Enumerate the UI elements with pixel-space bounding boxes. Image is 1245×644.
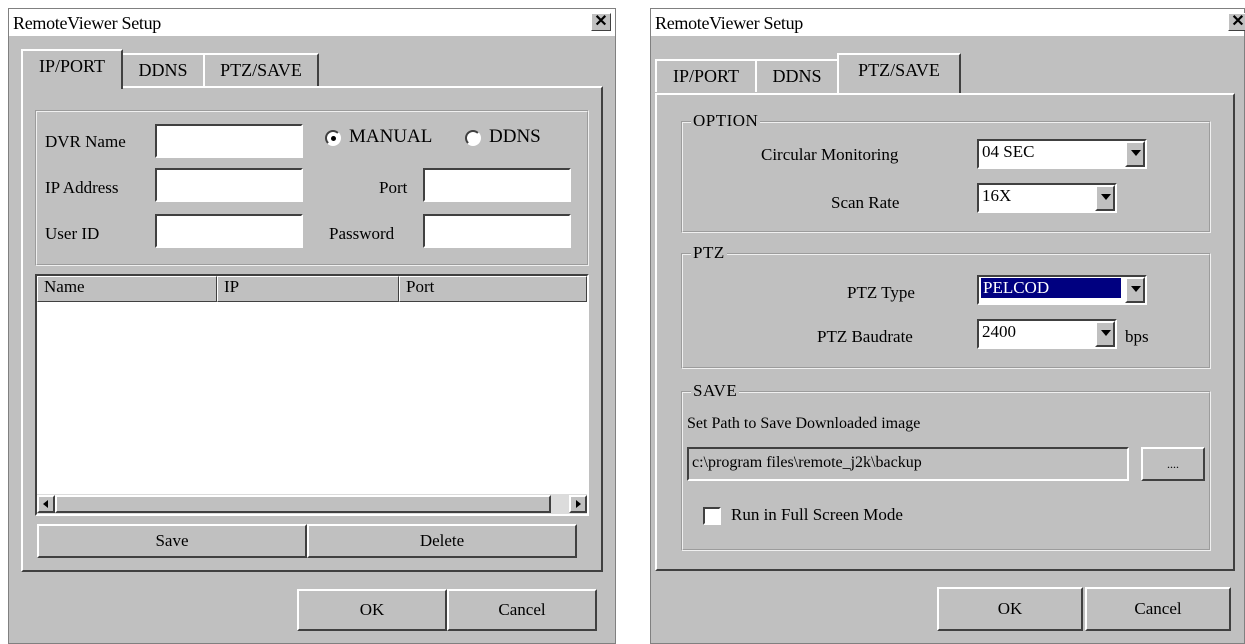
bps-label: bps — [1125, 327, 1149, 346]
close-button[interactable]: ✕ — [1228, 13, 1245, 31]
ptz-baudrate-label: PTZ Baudrate — [817, 327, 913, 346]
ok-button[interactable]: OK — [297, 589, 447, 631]
scan-rate-label: Scan Rate — [831, 193, 900, 212]
column-header-label: Name — [44, 277, 85, 296]
option-legend: OPTION — [691, 111, 761, 131]
tab-ptz-save[interactable]: PTZ/SAVE — [837, 53, 961, 93]
save-button-label: Save — [155, 531, 189, 550]
tab-ip-port[interactable]: IP/PORT — [655, 59, 757, 92]
cancel-button[interactable]: Cancel — [1085, 587, 1231, 631]
circular-monitoring-select[interactable]: 04 SEC — [977, 139, 1147, 169]
dvr-list[interactable]: Name IP Port — [35, 274, 589, 516]
column-header-port[interactable]: Port — [399, 276, 587, 302]
tab-label: PTZ/SAVE — [220, 60, 302, 80]
ptz-baudrate-select[interactable]: 2400 — [977, 319, 1117, 349]
tab-ddns[interactable]: DDNS — [121, 53, 205, 86]
save-group: SAVE Set Path to Save Downloaded image c… — [681, 381, 1211, 551]
chevron-down-icon[interactable] — [1095, 321, 1115, 347]
scroll-left-button[interactable] — [37, 495, 55, 513]
chevron-down-icon[interactable] — [1095, 185, 1115, 211]
ptz-baudrate-value: 2400 — [982, 322, 1016, 341]
scroll-thumb[interactable] — [55, 495, 551, 513]
scroll-right-button[interactable] — [569, 495, 587, 513]
browse-button[interactable]: .... — [1141, 447, 1205, 481]
user-id-label: User ID — [45, 224, 100, 243]
option-group: OPTION Circular Monitoring 04 SEC Scan R… — [681, 111, 1211, 233]
full-screen-checkbox[interactable] — [703, 507, 721, 525]
tab-label: PTZ/SAVE — [858, 60, 940, 80]
port-input[interactable] — [423, 168, 571, 202]
radio-selected-dot — [331, 136, 336, 141]
dvr-name-input[interactable] — [155, 124, 303, 158]
save-path-caption: Set Path to Save Downloaded image — [687, 415, 921, 432]
ptz-group: PTZ PTZ Type PELCOD PTZ Baudrate 2400 bp… — [681, 243, 1211, 369]
scan-rate-select[interactable]: 16X — [977, 183, 1117, 213]
tab-label: IP/PORT — [39, 56, 105, 76]
tab-ip-port[interactable]: IP/PORT — [21, 49, 123, 89]
delete-button[interactable]: Delete — [307, 524, 577, 558]
close-icon: ✕ — [1231, 13, 1245, 30]
delete-button-label: Delete — [419, 531, 465, 550]
circular-monitoring-label: Circular Monitoring — [761, 145, 899, 164]
chevron-down-icon[interactable] — [1125, 277, 1145, 303]
tab-ddns[interactable]: DDNS — [755, 59, 839, 92]
save-path-value: c:\program files\remote_j2k\backup — [692, 454, 922, 471]
password-label: Password — [329, 224, 395, 243]
tab-ptz-save[interactable]: PTZ/SAVE — [203, 53, 319, 86]
arrow-left-icon — [43, 500, 48, 508]
remoteviewer-setup-dialog-ptzsave: RemoteViewer Setup ✕ IP/PORT DDNS PTZ/SA… — [650, 8, 1245, 644]
horizontal-scrollbar[interactable] — [37, 494, 587, 514]
cancel-button-label: Cancel — [1134, 599, 1182, 618]
full-screen-label: Run in Full Screen Mode — [731, 505, 903, 524]
tab-panel-ip-port: DVR Name MANUAL DDNS IP Address Port Use… — [21, 86, 603, 572]
circular-monitoring-value: 04 SEC — [982, 142, 1035, 161]
column-header-label: Port — [406, 277, 435, 296]
chevron-down-icon[interactable] — [1125, 141, 1145, 167]
ptz-type-label: PTZ Type — [847, 283, 915, 302]
tab-label: DDNS — [772, 66, 822, 86]
tab-label: IP/PORT — [673, 66, 739, 86]
title-bar: RemoteViewer Setup ✕ — [651, 9, 1245, 36]
browse-button-label: .... — [1167, 457, 1179, 471]
save-legend: SAVE — [691, 381, 740, 401]
ptz-legend: PTZ — [691, 243, 727, 263]
window-title: RemoteViewer Setup — [13, 13, 161, 33]
save-path-input[interactable]: c:\program files\remote_j2k\backup — [687, 447, 1129, 481]
radio-ddns[interactable] — [465, 130, 481, 146]
password-input[interactable] — [423, 214, 571, 248]
ptz-type-select[interactable]: PELCOD — [977, 275, 1147, 305]
tab-label: DDNS — [138, 60, 188, 80]
cancel-button-label: Cancel — [498, 600, 546, 619]
column-header-label: IP — [224, 277, 240, 296]
port-label: Port — [379, 178, 408, 197]
dvr-name-label: DVR Name — [45, 132, 126, 151]
cancel-button[interactable]: Cancel — [447, 589, 597, 631]
ip-address-label: IP Address — [45, 178, 119, 197]
ok-button-label: OK — [359, 600, 385, 619]
save-button[interactable]: Save — [37, 524, 307, 558]
ptz-type-value: PELCOD — [981, 278, 1121, 298]
close-button[interactable]: ✕ — [591, 13, 611, 31]
list-header: Name IP Port — [37, 276, 587, 302]
ok-button[interactable]: OK — [937, 587, 1083, 631]
close-icon: ✕ — [594, 13, 608, 30]
window-title: RemoteViewer Setup — [655, 13, 803, 33]
column-header-name[interactable]: Name — [37, 276, 217, 302]
arrow-right-icon — [576, 500, 581, 508]
ok-button-label: OK — [997, 599, 1023, 618]
radio-manual[interactable] — [325, 130, 341, 146]
radio-manual-label: MANUAL — [349, 126, 433, 147]
title-bar: RemoteViewer Setup ✕ — [9, 9, 615, 36]
column-header-ip[interactable]: IP — [217, 276, 399, 302]
connection-group: DVR Name MANUAL DDNS IP Address Port Use… — [35, 110, 589, 266]
ip-address-input[interactable] — [155, 168, 303, 202]
tab-panel-ptz-save: OPTION Circular Monitoring 04 SEC Scan R… — [655, 93, 1235, 571]
remoteviewer-setup-dialog-ipport: RemoteViewer Setup ✕ IP/PORT DDNS PTZ/SA… — [8, 8, 616, 644]
scan-rate-value: 16X — [982, 186, 1012, 205]
radio-ddns-label: DDNS — [489, 126, 541, 147]
user-id-input[interactable] — [155, 214, 303, 248]
